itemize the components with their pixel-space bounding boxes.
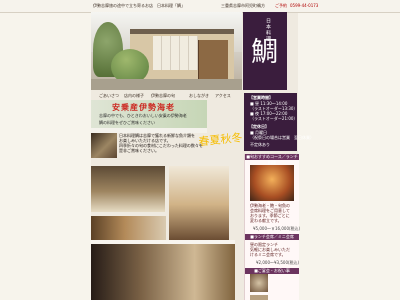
page: 伊勢志摩旅の途中で立ち寄るお店 日本料理「鯛」 三重県志摩市阿児町鵜方 ご予約 … [0,0,400,300]
counter-photo [91,166,165,212]
reservation-label: ご予約 [275,3,287,8]
top-address: 三重県志摩市阿児町鵜方 [221,3,265,8]
business-hours-box: 【営業時間】 ■ 昼 11:30〜14:00 （ラストオーダー13:30） ■ … [244,93,314,151]
lobster-banner[interactable]: 安乗産伊勢海老 志摩の中でも、ひときわおいしい安乗の伊勢海老 鯛の料理をぜひご賞… [91,100,207,133]
dining-photo [91,216,166,240]
sidebar: ■旬おすすめコース／ランチ料理 伊勢海老・鮑・旬魚の 会席料理をご用意して おり… [244,154,301,300]
right-margin [298,12,400,300]
nav-interior[interactable]: 店内の様子 [124,93,144,98]
site-title: 鯛 [251,37,278,68]
nav-menu[interactable]: おしながき [189,93,209,98]
main-nav: ごあいさつ 店内の様子 伊勢志摩の旬 おしながき アクセス [99,93,239,100]
sidebar-header-lunch[interactable]: ■ランチ会席／ミニ会席 [245,234,299,240]
left-margin [0,12,91,300]
sidebar-header-course[interactable]: ■旬おすすめコース／ランチ料理 [245,154,299,165]
interior-photo-small [91,133,117,158]
course-price: ¥5,000〜￥16,000(税込) [253,226,301,231]
nav-access[interactable]: アクセス [215,93,231,98]
noren-curtain [153,36,198,70]
private-room-photo [169,166,229,240]
seasonal-calligraphy: 春夏秋冬 [197,130,244,149]
intro-text: 日本料理鯛は志摩で獲れる新鮮な魚介類を お楽しみいただける店です。 四季折々の旬… [119,133,203,153]
reservation-phone[interactable]: 0599-44-0173 [290,3,318,8]
restaurant-exterior-photo [91,12,242,90]
title-panel: 日本料理 鯛 [243,12,287,90]
nav-seasonal[interactable]: 伊勢志摩の旬 [151,93,175,98]
holiday-heading: 【定休日】 [249,124,269,129]
lunch-price: ¥2,000〜¥3,500(税込) [256,260,300,265]
entrance-photo [91,244,235,300]
hours-heading: 【営業時間】 [249,95,273,100]
banquet-dish-photo [250,274,268,292]
banner-title: 安乗産伊勢海老 [112,103,175,112]
nav-greeting[interactable]: ごあいさつ [99,93,119,98]
course-dish-photo [250,165,294,201]
top-tagline: 伊勢志摩旅の途中で立ち寄るお店 日本料理「鯛」 [93,3,185,8]
